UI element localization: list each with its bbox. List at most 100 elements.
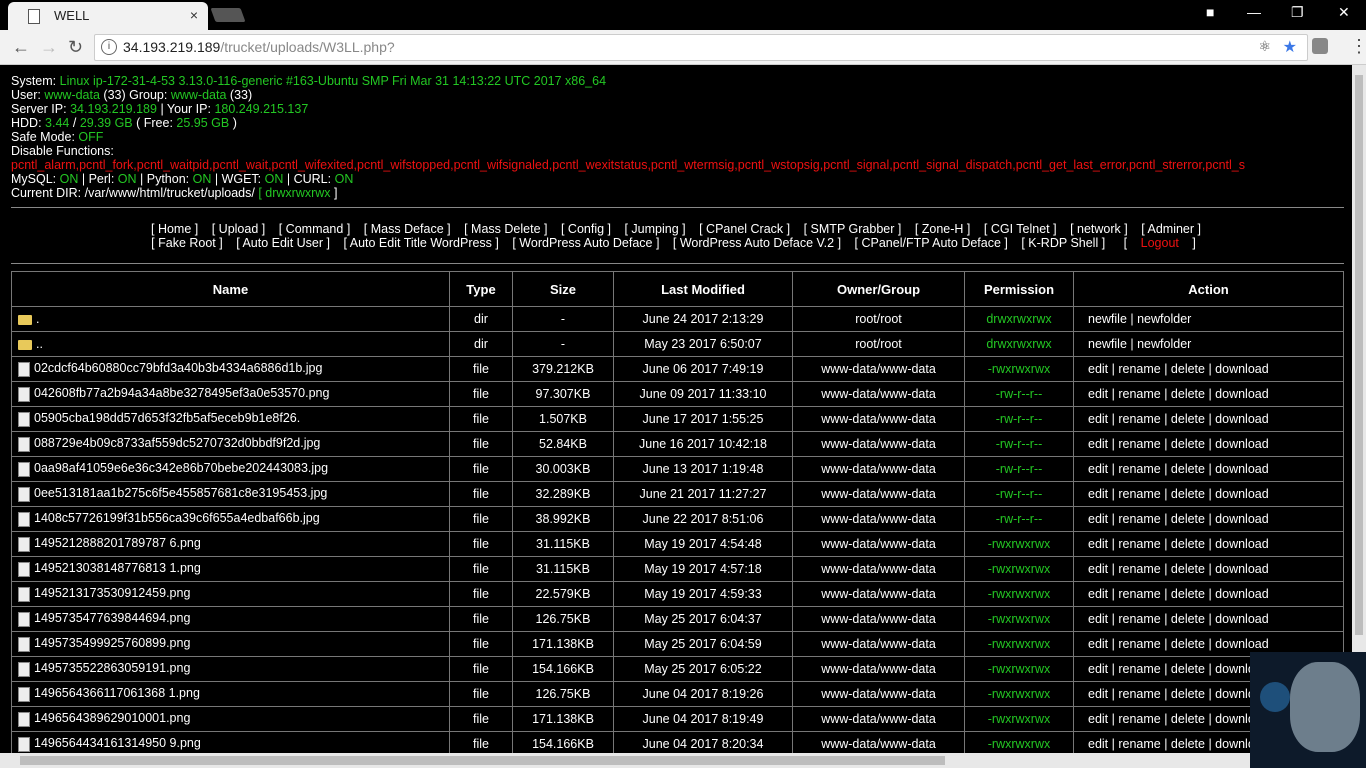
file-name[interactable]: 042608fb77a2b94a34a8be3278495ef3a0e53570… (34, 386, 329, 400)
menu-mass-deface[interactable]: [ Mass Deface ] (364, 222, 451, 236)
menu-mass-delete[interactable]: [ Mass Delete ] (464, 222, 547, 236)
file-name[interactable]: 0aa98af41059e6e36c342e86b70bebe202443083… (34, 461, 328, 475)
close-tab-icon[interactable]: × (190, 7, 198, 23)
file-name[interactable]: . (36, 312, 39, 326)
permission-cell[interactable]: -rw-r--r-- (964, 406, 1074, 432)
permission-cell[interactable]: -rwxrwxrwx (964, 581, 1074, 607)
action-cell[interactable]: edit | rename | delete | download (1073, 356, 1344, 382)
scroll-thumb[interactable] (20, 756, 945, 765)
col-last-modified[interactable]: Last Modified (613, 271, 793, 307)
file-name[interactable]: 1495213038148776813 1.png (34, 561, 201, 575)
menu-logout[interactable]: [ Logout ] (1119, 236, 1201, 250)
menu-command[interactable]: [ Command ] (279, 222, 351, 236)
file-name-cell[interactable]: 02cdcf64b60880cc79bfd3a40b3b4334a6886d1b… (11, 356, 450, 382)
info-icon[interactable]: i (101, 39, 117, 55)
file-name[interactable]: 1495735477639844694.png (34, 611, 190, 625)
col-type[interactable]: Type (449, 271, 513, 307)
user-profile-icon[interactable]: ■ (1206, 4, 1214, 20)
file-name-cell[interactable]: 1495735522863059191.png (11, 656, 450, 682)
file-name[interactable]: 1495735522863059191.png (34, 661, 190, 675)
permission-cell[interactable]: drwxrwxrwx (964, 306, 1074, 332)
col-owner-group[interactable]: Owner/Group (792, 271, 965, 307)
action-cell[interactable]: newfile | newfolder (1073, 306, 1344, 332)
menu-network[interactable]: [ network ] (1070, 222, 1128, 236)
file-name-cell[interactable]: . (11, 306, 450, 332)
action-cell[interactable]: newfile | newfolder (1073, 331, 1344, 357)
file-name-cell[interactable]: .. (11, 331, 450, 357)
menu-jumping[interactable]: [ Jumping ] (624, 222, 685, 236)
file-name[interactable]: 1408c57726199f31b556ca39c6f655a4edbaf66b… (34, 511, 320, 525)
permission-cell[interactable]: -rw-r--r-- (964, 381, 1074, 407)
browser-tab[interactable]: WELL × (8, 2, 208, 30)
menu-smtp-grabber[interactable]: [ SMTP Grabber ] (804, 222, 902, 236)
file-name-cell[interactable]: 1495213038148776813 1.png (11, 556, 450, 582)
file-name-cell[interactable]: 05905cba198dd57d653f32fb5af5eceb9b1e8f26… (11, 406, 450, 432)
file-name-cell[interactable]: 1496564366117061368 1.png (11, 681, 450, 707)
reload-icon[interactable]: ↻ (68, 37, 83, 58)
action-cell[interactable]: edit | rename | delete | download (1073, 381, 1344, 407)
file-name-cell[interactable]: 0ee513181aa1b275c6f5e455857681c8e3195453… (11, 481, 450, 507)
permission-cell[interactable]: drwxrwxrwx (964, 331, 1074, 357)
file-name[interactable]: 1496564366117061368 1.png (34, 686, 200, 700)
file-name[interactable]: 1496564434161314950 9.png (34, 736, 201, 750)
forward-icon[interactable]: → (40, 37, 58, 58)
horizontal-scrollbar[interactable] (0, 753, 1352, 768)
file-name-cell[interactable]: 1495213173530912459.png (11, 581, 450, 607)
menu-adminer[interactable]: [ Adminer ] (1141, 222, 1201, 236)
menu-icon[interactable]: ⋮ (1350, 36, 1366, 57)
permission-cell[interactable]: -rwxrwxrwx (964, 681, 1074, 707)
action-cell[interactable]: edit | rename | delete | download (1073, 556, 1344, 582)
address-bar[interactable]: i 34.193.219.189/trucket/uploads/W3LL.ph… (94, 34, 1308, 61)
close-window-icon[interactable]: ✕ (1338, 4, 1350, 21)
menu-zone-h[interactable]: [ Zone-H ] (915, 222, 971, 236)
action-cell[interactable]: edit | rename | delete | download (1073, 506, 1344, 532)
file-name-cell[interactable]: 1495735499925760899.png (11, 631, 450, 657)
action-cell[interactable]: edit | rename | delete | download (1073, 531, 1344, 557)
permission-cell[interactable]: -rwxrwxrwx (964, 606, 1074, 632)
file-name[interactable]: 1496564389629010001.png (34, 711, 190, 725)
menu-k-rdp-shell[interactable]: [ K-RDP Shell ] (1021, 236, 1105, 250)
file-name-cell[interactable]: 042608fb77a2b94a34a8be3278495ef3a0e53570… (11, 381, 450, 407)
action-cell[interactable]: edit | rename | delete | download (1073, 481, 1344, 507)
permission-cell[interactable]: -rw-r--r-- (964, 481, 1074, 507)
file-name-cell[interactable]: 088729e4b09c8733af559dc5270732d0bbdf9f2d… (11, 431, 450, 457)
minimize-icon[interactable]: — (1247, 4, 1261, 20)
action-cell[interactable]: edit | rename | delete | download (1073, 431, 1344, 457)
menu-config[interactable]: [ Config ] (561, 222, 611, 236)
permission-cell[interactable]: -rwxrwxrwx (964, 631, 1074, 657)
permission-cell[interactable]: -rwxrwxrwx (964, 706, 1074, 732)
menu-auto-edit-user[interactable]: [ Auto Edit User ] (236, 236, 330, 250)
permission-cell[interactable]: -rwxrwxrwx (964, 556, 1074, 582)
permission-cell[interactable]: -rwxrwxrwx (964, 356, 1074, 382)
file-name-cell[interactable]: 1495212888201789787 6.png (11, 531, 450, 557)
menu-home[interactable]: [ Home ] (151, 222, 198, 236)
file-name[interactable]: 088729e4b09c8733af559dc5270732d0bbdf9f2d… (34, 436, 320, 450)
file-name-cell[interactable]: 1496564389629010001.png (11, 706, 450, 732)
menu-upload[interactable]: [ Upload ] (212, 222, 266, 236)
permission-cell[interactable]: -rw-r--r-- (964, 506, 1074, 532)
file-name-cell[interactable]: 0aa98af41059e6e36c342e86b70bebe202443083… (11, 456, 450, 482)
file-name-cell[interactable]: 1495735477639844694.png (11, 606, 450, 632)
file-name-cell[interactable]: 1408c57726199f31b556ca39c6f655a4edbaf66b… (11, 506, 450, 532)
permission-cell[interactable]: -rw-r--r-- (964, 456, 1074, 482)
permission-cell[interactable]: -rwxrwxrwx (964, 656, 1074, 682)
file-name[interactable]: 02cdcf64b60880cc79bfd3a40b3b4334a6886d1b… (34, 361, 322, 375)
file-name[interactable]: .. (36, 337, 43, 351)
file-name[interactable]: 1495735499925760899.png (34, 636, 190, 650)
new-tab-button[interactable] (210, 8, 246, 22)
permission-cell[interactable]: -rwxrwxrwx (964, 731, 1074, 755)
scroll-thumb[interactable] (1355, 75, 1363, 635)
menu-cpanel-crack[interactable]: [ CPanel Crack ] (699, 222, 790, 236)
col-permission[interactable]: Permission (964, 271, 1074, 307)
action-cell[interactable]: edit | rename | delete | download (1073, 406, 1344, 432)
key-icon[interactable]: ⚛ (1258, 38, 1271, 55)
action-cell[interactable]: edit | rename | delete | download (1073, 581, 1344, 607)
col-action[interactable]: Action (1073, 271, 1344, 307)
menu-fake-root[interactable]: [ Fake Root ] (151, 236, 223, 250)
action-cell[interactable]: edit | rename | delete | download (1073, 606, 1344, 632)
menu-wordpress-auto-deface-v2[interactable]: [ WordPress Auto Deface V.2 ] (673, 236, 841, 250)
menu-cpanel-ftp-auto-deface[interactable]: [ CPanel/FTP Auto Deface ] (855, 236, 1008, 250)
col-size[interactable]: Size (512, 271, 614, 307)
action-cell[interactable]: edit | rename | delete | download (1073, 456, 1344, 482)
file-name[interactable]: 05905cba198dd57d653f32fb5af5eceb9b1e8f26… (34, 411, 300, 425)
